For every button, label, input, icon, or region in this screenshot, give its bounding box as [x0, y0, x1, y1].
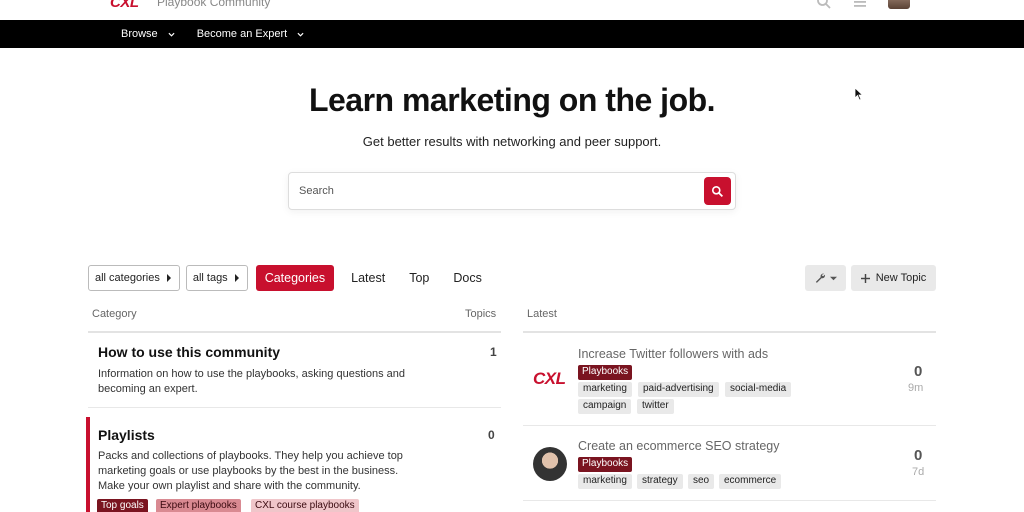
new-topic-label: New Topic	[875, 272, 927, 284]
hero-title: Learn marketing on the job.	[308, 82, 716, 118]
search-input[interactable]	[299, 173, 699, 209]
latest-column-header: Latest	[527, 308, 557, 320]
tag[interactable]: seo	[688, 474, 715, 489]
chevron-down-icon	[168, 32, 175, 37]
subcategory-badge[interactable]: CXL course playbooks	[251, 499, 359, 512]
admin-tools-button[interactable]	[805, 265, 846, 291]
new-topic-button[interactable]: New Topic	[851, 265, 936, 291]
category-badge[interactable]: Playbooks	[578, 365, 633, 380]
cxl-logo[interactable]: CXL	[110, 0, 139, 11]
category-description: Packs and collections of playbooks. They…	[98, 450, 403, 492]
nav-browse-label: Browse	[121, 28, 158, 40]
site-header: CXL Playbook Community	[0, 0, 1024, 20]
categories-dropdown-label: all categories	[95, 272, 160, 284]
tag[interactable]: social-media	[725, 382, 792, 397]
tab-categories[interactable]: Categories	[255, 265, 335, 291]
topic-title[interactable]: Create an ecommerce SEO strategy	[578, 439, 779, 453]
search-box	[288, 172, 736, 210]
nav-become-expert-label: Become an Expert	[196, 28, 288, 40]
main-nav: Browse Become an Expert	[0, 20, 1024, 48]
topic-age[interactable]: 9m	[908, 382, 1012, 394]
caret-right-icon	[234, 274, 239, 282]
header-icons	[816, 0, 910, 10]
category-badge[interactable]: Playbooks	[578, 457, 633, 472]
tags-dropdown[interactable]: all tags	[185, 265, 248, 291]
category-title[interactable]: How to use this community	[98, 344, 280, 360]
mouse-cursor-icon	[854, 87, 864, 101]
reply-count: 0	[914, 363, 923, 380]
caret-down-icon	[830, 276, 837, 280]
user-avatar[interactable]	[888, 0, 910, 9]
divider	[523, 425, 936, 426]
hero-subtitle: Get better results with networking and p…	[362, 134, 662, 149]
topic-title[interactable]: Increase Twitter followers with ads	[578, 347, 768, 361]
subcategory-badge[interactable]: Expert playbooks	[156, 499, 241, 512]
nav-become-expert[interactable]: Become an Expert	[197, 28, 305, 40]
topic-author-avatar[interactable]	[533, 447, 567, 481]
tag[interactable]: twitter	[637, 399, 674, 414]
tab-latest[interactable]: Latest	[342, 265, 394, 291]
categories-dropdown[interactable]: all categories	[88, 265, 180, 291]
category-column-header: Category	[92, 308, 137, 320]
tag[interactable]: marketing	[578, 474, 632, 489]
nav-browse[interactable]: Browse	[121, 28, 175, 40]
tag[interactable]: strategy	[637, 474, 683, 489]
topic-avatar-cxl[interactable]: CXL	[533, 369, 566, 389]
divider	[523, 500, 936, 501]
divider	[88, 407, 501, 408]
category-title[interactable]: Playlists	[98, 427, 155, 443]
divider	[523, 331, 936, 333]
chevron-down-icon	[297, 32, 304, 37]
reply-count: 0	[914, 447, 923, 464]
divider	[88, 331, 501, 333]
search-button[interactable]	[704, 177, 731, 205]
category-description: Information on how to use the playbooks,…	[98, 368, 405, 395]
filter-bar: all categories all tags Categories Lates…	[88, 265, 491, 291]
plus-icon	[860, 273, 870, 283]
topic-age[interactable]: 7d	[912, 466, 1012, 478]
tag[interactable]: paid-advertising	[638, 382, 719, 397]
tag[interactable]: campaign	[578, 399, 632, 414]
search-icon[interactable]	[816, 0, 832, 10]
site-name[interactable]: Playbook Community	[157, 0, 270, 9]
category-color-bar	[86, 417, 90, 512]
subcategory-badge[interactable]: Top goals	[97, 499, 148, 512]
tag[interactable]: marketing	[578, 382, 632, 397]
hamburger-menu-icon[interactable]	[852, 0, 868, 10]
caret-right-icon	[166, 274, 171, 282]
tags-dropdown-label: all tags	[192, 272, 228, 284]
tab-docs[interactable]: Docs	[444, 265, 490, 291]
search-icon	[711, 185, 724, 197]
tab-top[interactable]: Top	[400, 265, 438, 291]
wrench-icon	[815, 273, 826, 283]
topics-column-header: Topics	[465, 308, 497, 320]
tag[interactable]: ecommerce	[719, 474, 782, 489]
